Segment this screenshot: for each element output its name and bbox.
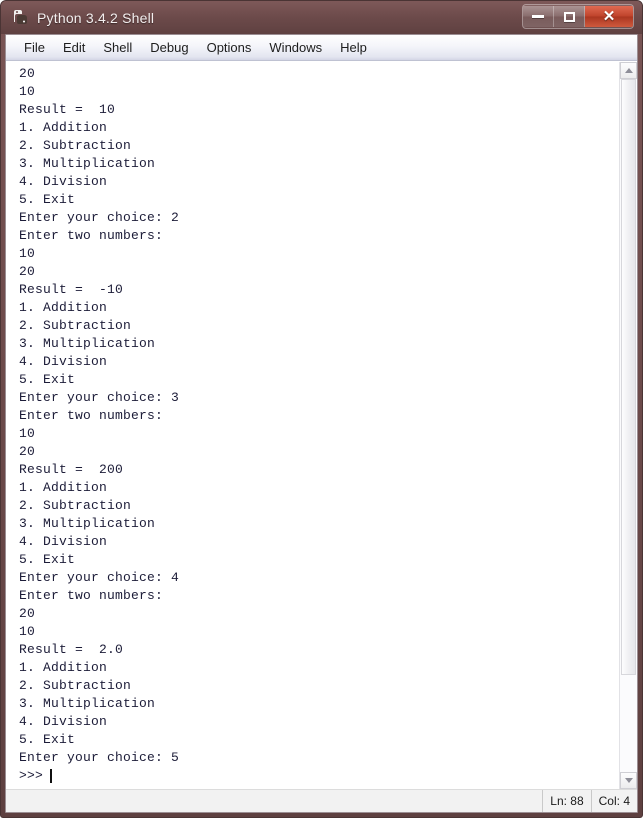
shell-line: Enter two numbers: (19, 407, 619, 425)
shell-output-text[interactable]: 2010Result = 101. Addition2. Subtraction… (6, 62, 619, 789)
shell-line: 4. Division (19, 713, 619, 731)
menu-item-edit[interactable]: Edit (54, 38, 94, 58)
scrollbar-track[interactable] (620, 79, 637, 772)
vertical-scrollbar[interactable] (619, 62, 637, 789)
shell-line: 3. Multiplication (19, 695, 619, 713)
scroll-down-button[interactable] (620, 772, 637, 789)
shell-line: 20 (19, 605, 619, 623)
shell-line: 20 (19, 263, 619, 281)
menu-item-file[interactable]: File (15, 38, 54, 58)
shell-line: 2. Subtraction (19, 497, 619, 515)
shell-line: 10 (19, 425, 619, 443)
status-spacer (6, 790, 542, 812)
scroll-up-button[interactable] (620, 62, 637, 79)
shell-line: Result = -10 (19, 281, 619, 299)
shell-line: 3. Multiplication (19, 155, 619, 173)
shell-prompt: >>> (19, 767, 43, 785)
menu-item-options[interactable]: Options (198, 38, 261, 58)
scrollbar-thumb[interactable] (621, 79, 636, 675)
status-col-indicator: Col: 4 (591, 790, 637, 812)
minimize-button[interactable] (523, 6, 554, 27)
shell-line: 10 (19, 245, 619, 263)
shell-line: 1. Addition (19, 659, 619, 677)
python-shell-window: Python 3.4.2 Shell ✕ File Edit Shell Deb… (0, 0, 643, 818)
shell-line: 1. Addition (19, 119, 619, 137)
shell-line: 4. Division (19, 173, 619, 191)
scroll-down-arrow-icon (625, 778, 633, 783)
shell-line: 2. Subtraction (19, 137, 619, 155)
window-controls: ✕ (522, 4, 634, 29)
menu-bar: File Edit Shell Debug Options Windows He… (6, 35, 637, 61)
shell-line: Enter your choice: 3 (19, 389, 619, 407)
shell-line: 5. Exit (19, 731, 619, 749)
shell-line: 1. Addition (19, 479, 619, 497)
text-cursor (50, 769, 52, 783)
python-idle-icon (11, 8, 30, 27)
shell-line: 10 (19, 83, 619, 101)
shell-line: Enter your choice: 5 (19, 749, 619, 767)
shell-line: Enter two numbers: (19, 587, 619, 605)
maximize-button[interactable] (554, 6, 585, 27)
shell-line: 5. Exit (19, 191, 619, 209)
shell-line: Result = 2.0 (19, 641, 619, 659)
minimize-icon (532, 15, 544, 18)
window-title: Python 3.4.2 Shell (37, 10, 154, 26)
menu-item-debug[interactable]: Debug (141, 38, 197, 58)
shell-line: 1. Addition (19, 299, 619, 317)
status-bar: Ln: 88 Col: 4 (6, 789, 637, 812)
shell-line: 5. Exit (19, 551, 619, 569)
scroll-up-arrow-icon (625, 68, 633, 73)
shell-line: 20 (19, 65, 619, 83)
shell-line: 5. Exit (19, 371, 619, 389)
menu-item-help[interactable]: Help (331, 38, 376, 58)
shell-line: Enter your choice: 4 (19, 569, 619, 587)
shell-line: Enter your choice: 2 (19, 209, 619, 227)
close-button[interactable]: ✕ (585, 6, 633, 27)
menu-item-windows[interactable]: Windows (260, 38, 331, 58)
status-line-indicator: Ln: 88 (542, 790, 590, 812)
shell-line: 2. Subtraction (19, 317, 619, 335)
title-bar[interactable]: Python 3.4.2 Shell ✕ (1, 1, 642, 34)
maximize-icon (564, 12, 575, 22)
shell-prompt-line[interactable]: >>> (19, 767, 619, 785)
shell-line: 3. Multiplication (19, 515, 619, 533)
shell-line: Enter two numbers: (19, 227, 619, 245)
shell-line: Result = 10 (19, 101, 619, 119)
menu-item-shell[interactable]: Shell (94, 38, 141, 58)
shell-line: 3. Multiplication (19, 335, 619, 353)
shell-line: 4. Division (19, 533, 619, 551)
shell-pane: 2010Result = 101. Addition2. Subtraction… (6, 61, 637, 789)
shell-line: 2. Subtraction (19, 677, 619, 695)
shell-line: 4. Division (19, 353, 619, 371)
shell-line: 10 (19, 623, 619, 641)
close-icon: ✕ (603, 9, 616, 24)
shell-line: Result = 200 (19, 461, 619, 479)
client-area: File Edit Shell Debug Options Windows He… (5, 34, 638, 813)
shell-line: 20 (19, 443, 619, 461)
